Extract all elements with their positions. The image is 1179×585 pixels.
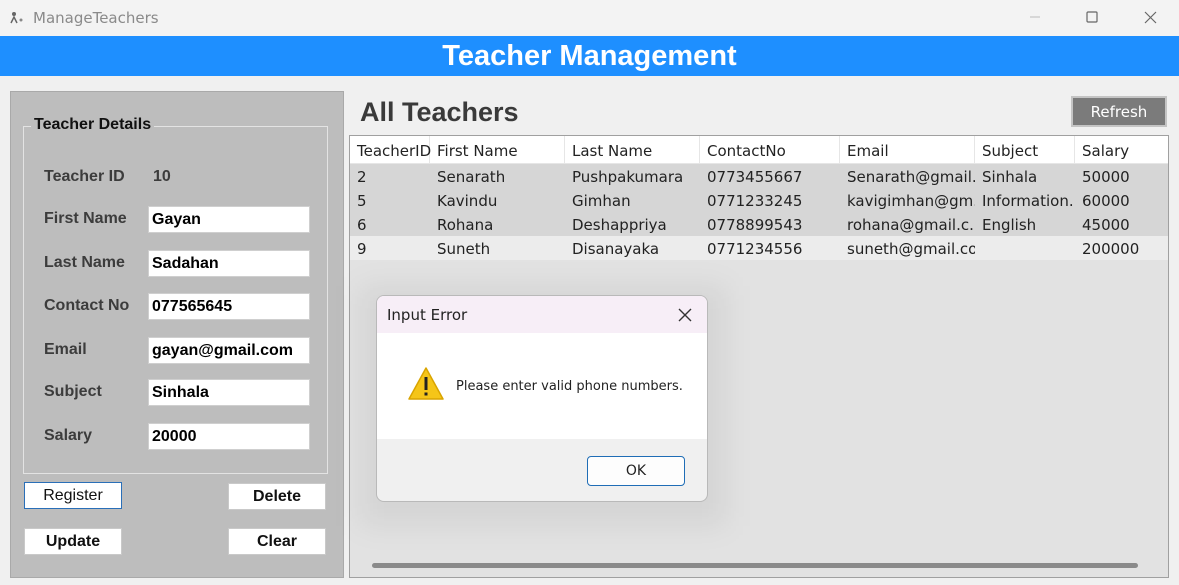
close-icon xyxy=(1144,11,1156,23)
table-cell: 5 xyxy=(357,192,367,210)
dialog-titlebar: Input Error xyxy=(377,296,707,333)
table-cell xyxy=(975,236,1075,260)
table-header: TeacherID First Name Last Name ContactNo… xyxy=(350,136,1168,164)
page-title: Teacher Management xyxy=(442,39,737,72)
table-cell: suneth@gmail.co... xyxy=(847,240,975,258)
column-header[interactable]: Last Name xyxy=(565,136,700,164)
maximize-button[interactable] xyxy=(1069,0,1115,34)
refresh-button[interactable]: Refresh xyxy=(1071,96,1167,127)
table-cell: 50000 xyxy=(1082,168,1130,186)
dialog-message: Please enter valid phone numbers. xyxy=(456,379,683,394)
table-cell: 6 xyxy=(357,216,367,234)
table-cell: 2 xyxy=(357,168,367,186)
table-cell: Pushpakumara xyxy=(572,168,684,186)
table-cell: 9 xyxy=(357,240,367,258)
window-titlebar: ManageTeachers xyxy=(0,0,1179,36)
all-teachers-title: All Teachers xyxy=(360,97,519,127)
details-legend: Teacher Details xyxy=(31,116,155,134)
table-cell: Senarath xyxy=(437,168,506,186)
contact-no-field[interactable]: 077565645 xyxy=(148,293,310,320)
close-window-button[interactable] xyxy=(1127,0,1173,34)
table-cell: Deshappriya xyxy=(572,216,667,234)
update-button[interactable]: Update xyxy=(24,528,122,555)
register-button[interactable]: Register xyxy=(24,482,122,509)
subject-label: Subject xyxy=(44,383,102,400)
salary-label: Salary xyxy=(44,427,93,444)
teacher-id-label: Teacher ID xyxy=(44,168,125,185)
table-cell: 200000 xyxy=(1082,240,1140,258)
minimize-icon xyxy=(1030,16,1040,18)
table-cell: kavigimhan@gm... xyxy=(847,192,975,210)
contact-no-label: Contact No xyxy=(44,297,130,314)
window-title: ManageTeachers xyxy=(33,9,159,27)
salary-field[interactable]: 20000 xyxy=(148,423,310,450)
minimize-button[interactable] xyxy=(1012,0,1058,34)
column-header[interactable]: First Name xyxy=(430,136,565,164)
table-cell: Gimhan xyxy=(572,192,631,210)
ok-button[interactable]: OK xyxy=(587,456,685,486)
table-cell: Rohana xyxy=(437,216,494,234)
delete-button[interactable]: Delete xyxy=(228,483,326,510)
table-cell: 45000 xyxy=(1082,216,1130,234)
dialog-body: Please enter valid phone numbers. xyxy=(377,333,707,439)
table-cell: 0778899543 xyxy=(707,216,803,234)
table-row[interactable]: 2 Senarath Pushpakumara 0773455667 Senar… xyxy=(350,164,1168,188)
dialog-title: Input Error xyxy=(387,306,468,324)
teacher-id-value: 10 xyxy=(153,168,171,185)
column-header[interactable]: Email xyxy=(840,136,975,164)
clear-button[interactable]: Clear xyxy=(228,528,326,555)
table-row[interactable]: 5 Kavindu Gimhan 0771233245 kavigimhan@g… xyxy=(350,188,1168,212)
table-cell: 60000 xyxy=(1082,192,1130,210)
subject-field[interactable]: Sinhala xyxy=(148,379,310,406)
last-name-label: Last Name xyxy=(44,254,125,271)
dialog-close-button[interactable] xyxy=(675,305,695,325)
warning-icon xyxy=(407,366,445,402)
table-cell: 0773455667 xyxy=(707,168,803,186)
column-header[interactable]: Subject xyxy=(975,136,1075,164)
header-banner: Teacher Management xyxy=(0,36,1179,76)
last-name-field[interactable]: Sadahan xyxy=(148,250,310,277)
table-cell: Disanayaka xyxy=(572,240,660,258)
email-field[interactable]: gayan@gmail.com xyxy=(148,337,310,364)
table-cell: Sinhala xyxy=(982,168,1038,186)
teacher-details-panel: Teacher Details Teacher ID 10 First Name… xyxy=(10,91,344,578)
close-icon xyxy=(678,308,692,322)
table-row[interactable]: 6 Rohana Deshappriya 0778899543 rohana@g… xyxy=(350,212,1168,236)
table-row[interactable]: 9 Suneth Disanayaka 0771234556 suneth@gm… xyxy=(350,236,1168,260)
app-icon xyxy=(8,9,26,27)
table-cell: Suneth xyxy=(437,240,491,258)
table-cell: 0771234556 xyxy=(707,240,803,258)
table-cell: rohana@gmail.c... xyxy=(847,216,975,234)
first-name-field[interactable]: Gayan xyxy=(148,206,310,233)
input-error-dialog: Input Error Please enter valid phone num… xyxy=(376,295,708,502)
table-cell: Information... xyxy=(982,192,1075,210)
column-header[interactable]: ContactNo xyxy=(700,136,840,164)
table-cell: English xyxy=(982,216,1037,234)
email-label: Email xyxy=(44,341,87,358)
first-name-label: First Name xyxy=(44,210,127,227)
horizontal-scrollbar[interactable] xyxy=(372,563,1138,568)
table-cell: Kavindu xyxy=(437,192,498,210)
table-cell: Senarath@gmail.... xyxy=(847,168,975,186)
column-header[interactable]: Salary xyxy=(1075,136,1168,164)
column-header[interactable]: TeacherID xyxy=(350,136,431,164)
maximize-icon xyxy=(1086,11,1098,23)
table-cell: 0771233245 xyxy=(707,192,803,210)
